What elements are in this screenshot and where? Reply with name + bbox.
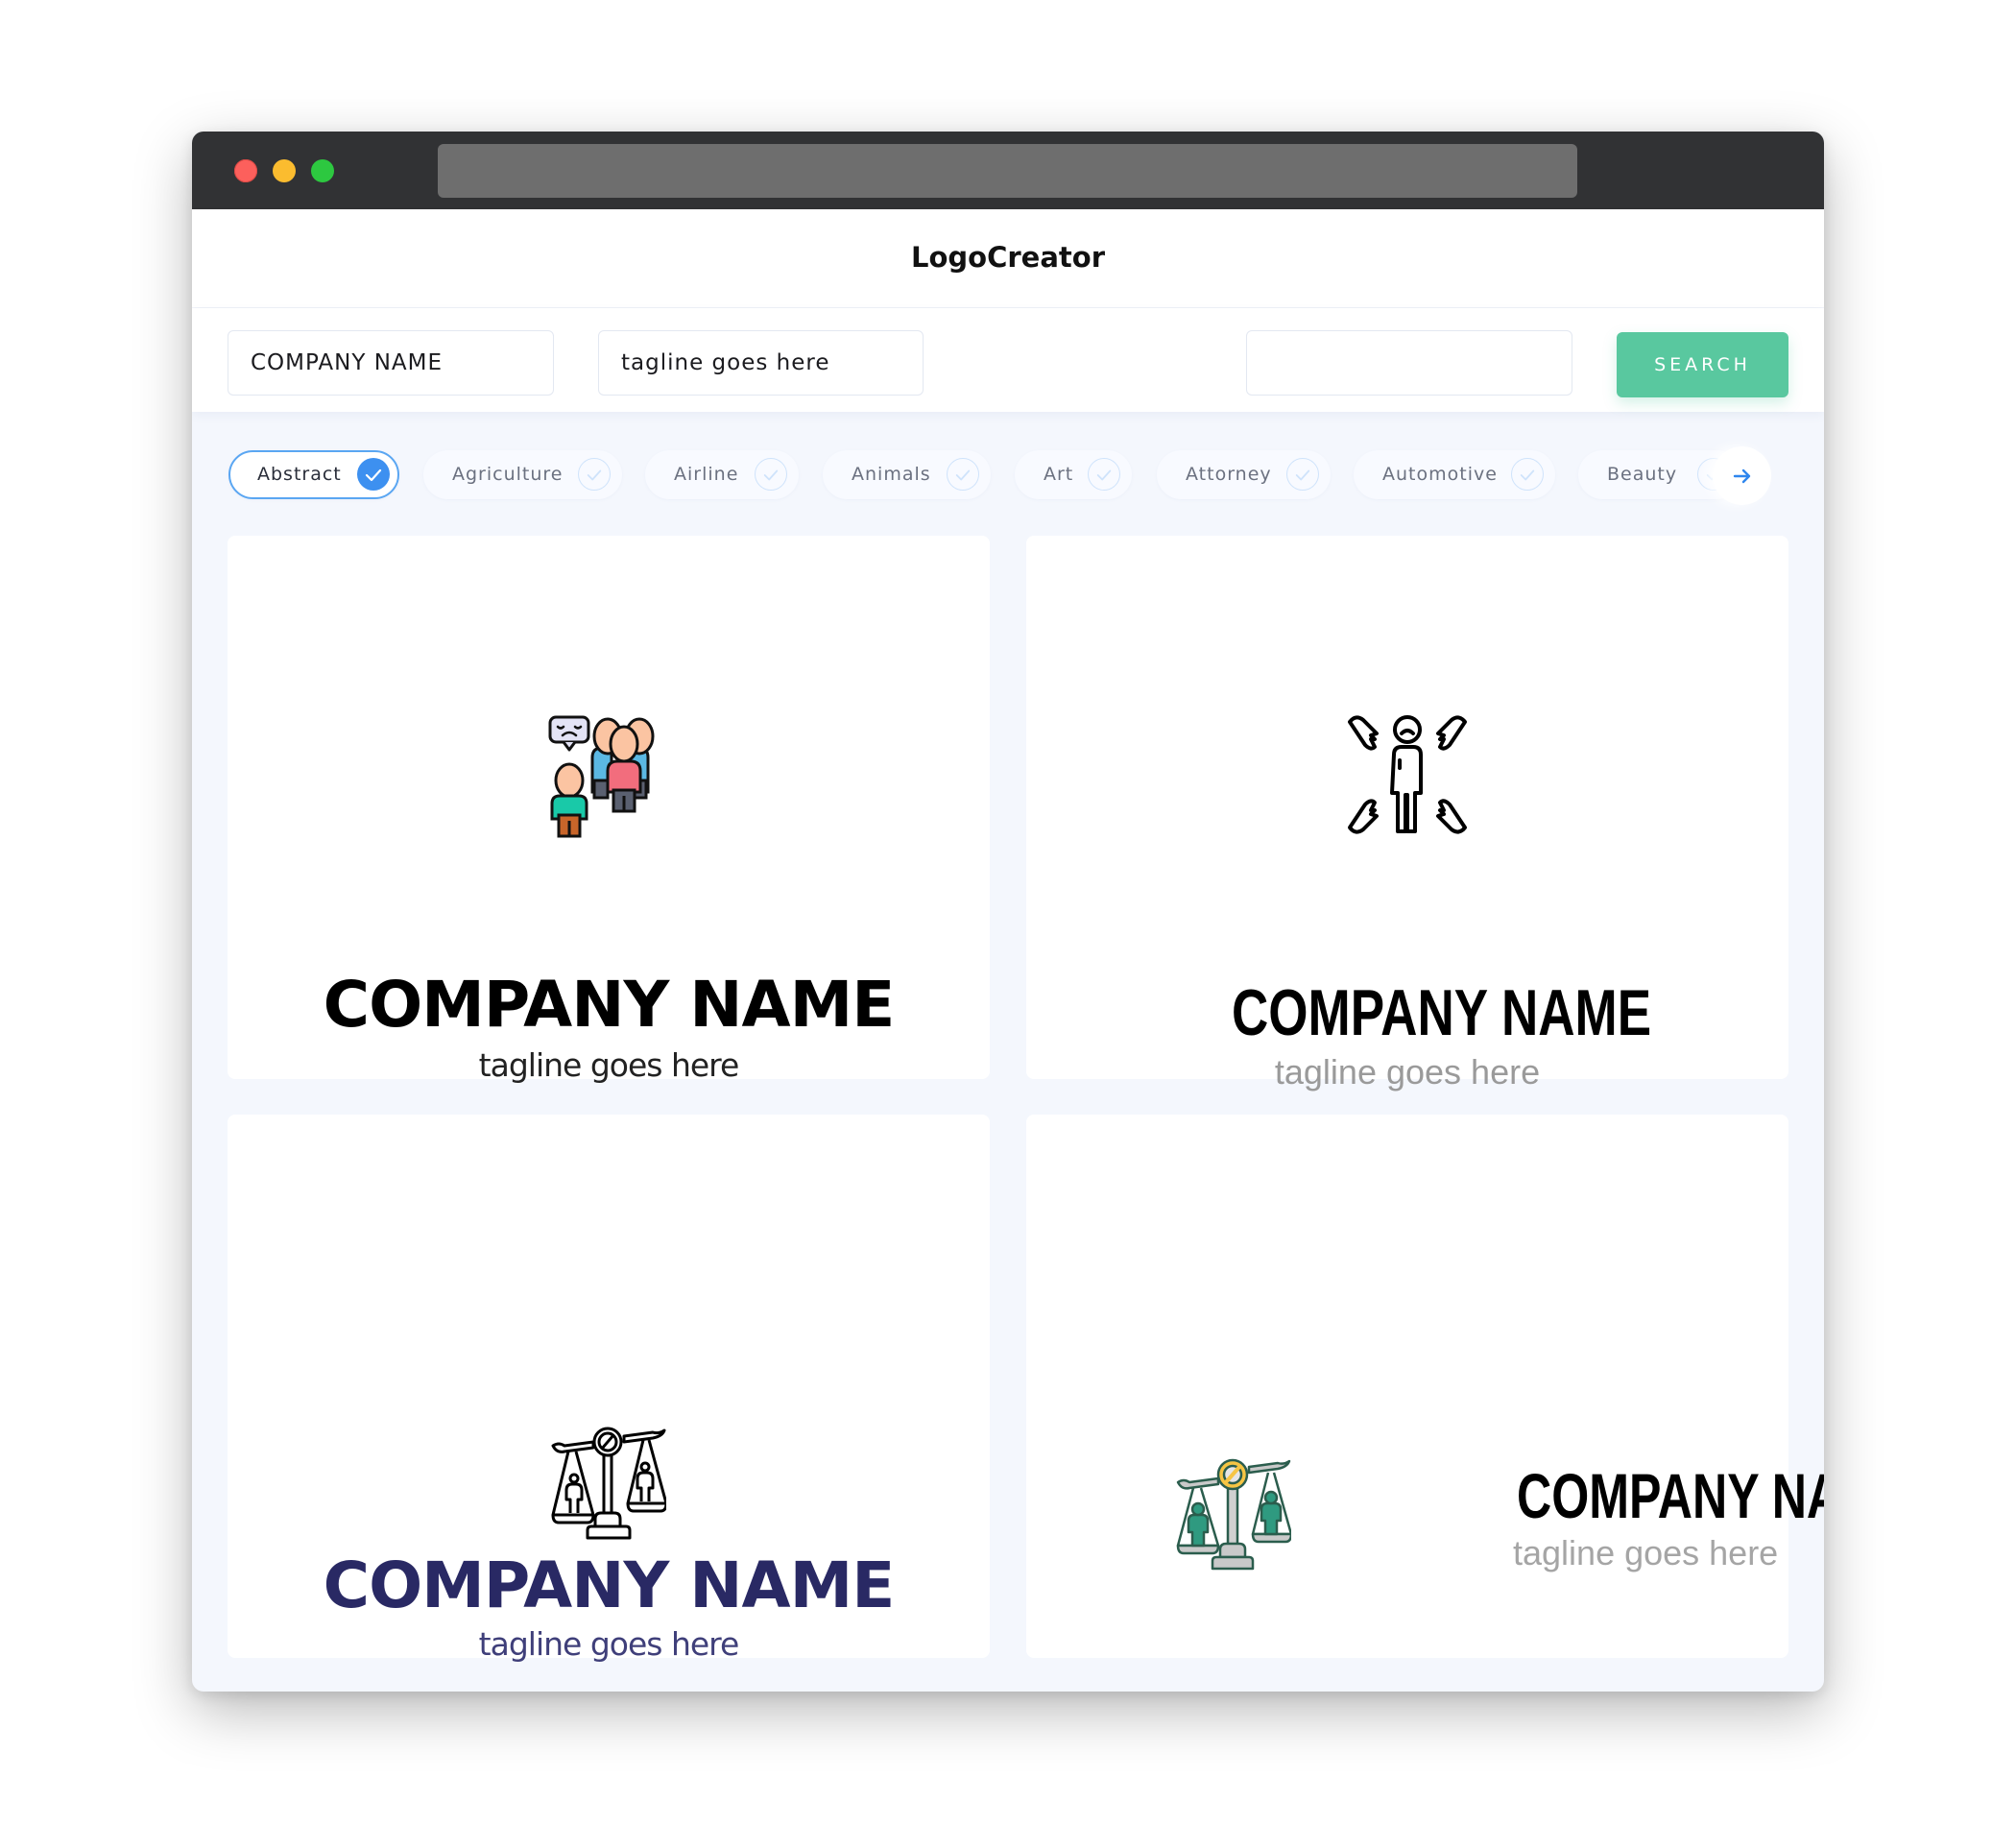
company-name-input[interactable]	[228, 330, 554, 396]
logo-tagline: tagline goes here	[1513, 1533, 1779, 1572]
category-label: Automotive	[1382, 464, 1498, 485]
logo-card[interactable]: COMPANY NAME tagline goes here	[228, 536, 990, 1084]
browser-window: LogoCreator SEARCH Abstract Agriculture …	[192, 132, 1824, 1692]
logo-company-name-wrap: COMPANY NAME	[1232, 975, 1683, 1050]
scales-discrimination-color-icon	[1176, 1458, 1291, 1571]
logo-tagline: tagline goes here	[478, 1625, 740, 1663]
search-bar: SEARCH	[192, 308, 1824, 412]
address-bar[interactable]	[438, 144, 1577, 198]
category-chip-art[interactable]: Art	[1015, 450, 1132, 499]
category-label: Animals	[852, 464, 931, 485]
category-chip-animals[interactable]: Animals	[823, 450, 991, 499]
check-circle-icon	[357, 458, 390, 491]
check-circle-icon	[947, 458, 979, 491]
keyword-search-input[interactable]	[1246, 330, 1572, 396]
logo-company-name: COMPANY NAME	[323, 1548, 896, 1622]
check-circle-icon	[578, 458, 611, 491]
tagline-input[interactable]	[598, 330, 924, 396]
logo-card[interactable]: COMPANY NAME tagline goes here	[1026, 1115, 1824, 1658]
next-categories-button[interactable]	[1713, 446, 1771, 505]
category-chip-attorney[interactable]: Attorney	[1157, 450, 1331, 499]
category-filter-bar: Abstract Agriculture Airline Animals Art	[192, 446, 1824, 505]
logo-tagline: tagline goes here	[1274, 1052, 1541, 1092]
close-window-button[interactable]	[234, 159, 257, 182]
minimize-window-button[interactable]	[273, 159, 296, 182]
category-label: Art	[1044, 464, 1074, 485]
category-chip-abstract[interactable]: Abstract	[228, 450, 399, 499]
check-circle-icon	[755, 458, 787, 491]
category-label: Abstract	[257, 464, 342, 485]
check-circle-icon	[1511, 458, 1544, 491]
logo-company-name: COMPANY NAME	[1517, 1460, 1824, 1531]
brand-logo[interactable]: LogoCreator	[192, 241, 1824, 274]
title-bar	[192, 132, 1824, 209]
people-group-speech-icon	[548, 715, 655, 838]
category-chip-agriculture[interactable]: Agriculture	[423, 450, 622, 499]
category-label: Attorney	[1186, 464, 1272, 485]
category-label: Airline	[674, 464, 739, 485]
search-button[interactable]: SEARCH	[1617, 332, 1788, 397]
category-chip-automotive[interactable]: Automotive	[1354, 450, 1555, 499]
check-circle-icon	[1088, 458, 1120, 491]
logo-card[interactable]: COMPANY NAME tagline goes here	[228, 1115, 990, 1663]
logo-tagline: tagline goes here	[478, 1046, 740, 1084]
logo-company-name-wrap: COMPANY NAME	[1517, 1459, 1824, 1532]
arrow-right-icon	[1733, 468, 1751, 484]
category-label: Agriculture	[452, 464, 564, 485]
person-broken-hearts-icon	[1348, 715, 1467, 834]
category-chip-airline[interactable]: Airline	[645, 450, 799, 499]
check-circle-icon	[1286, 458, 1319, 491]
site-header: LogoCreator	[192, 209, 1824, 307]
category-label: Beauty	[1607, 464, 1678, 485]
logo-card[interactable]: COMPANY NAME tagline goes here	[1026, 536, 1788, 1092]
maximize-window-button[interactable]	[311, 159, 334, 182]
logo-company-name: COMPANY NAME	[1232, 976, 1652, 1049]
logo-company-name: COMPANY NAME	[323, 968, 896, 1042]
scales-discrimination-outline-icon	[551, 1427, 666, 1540]
